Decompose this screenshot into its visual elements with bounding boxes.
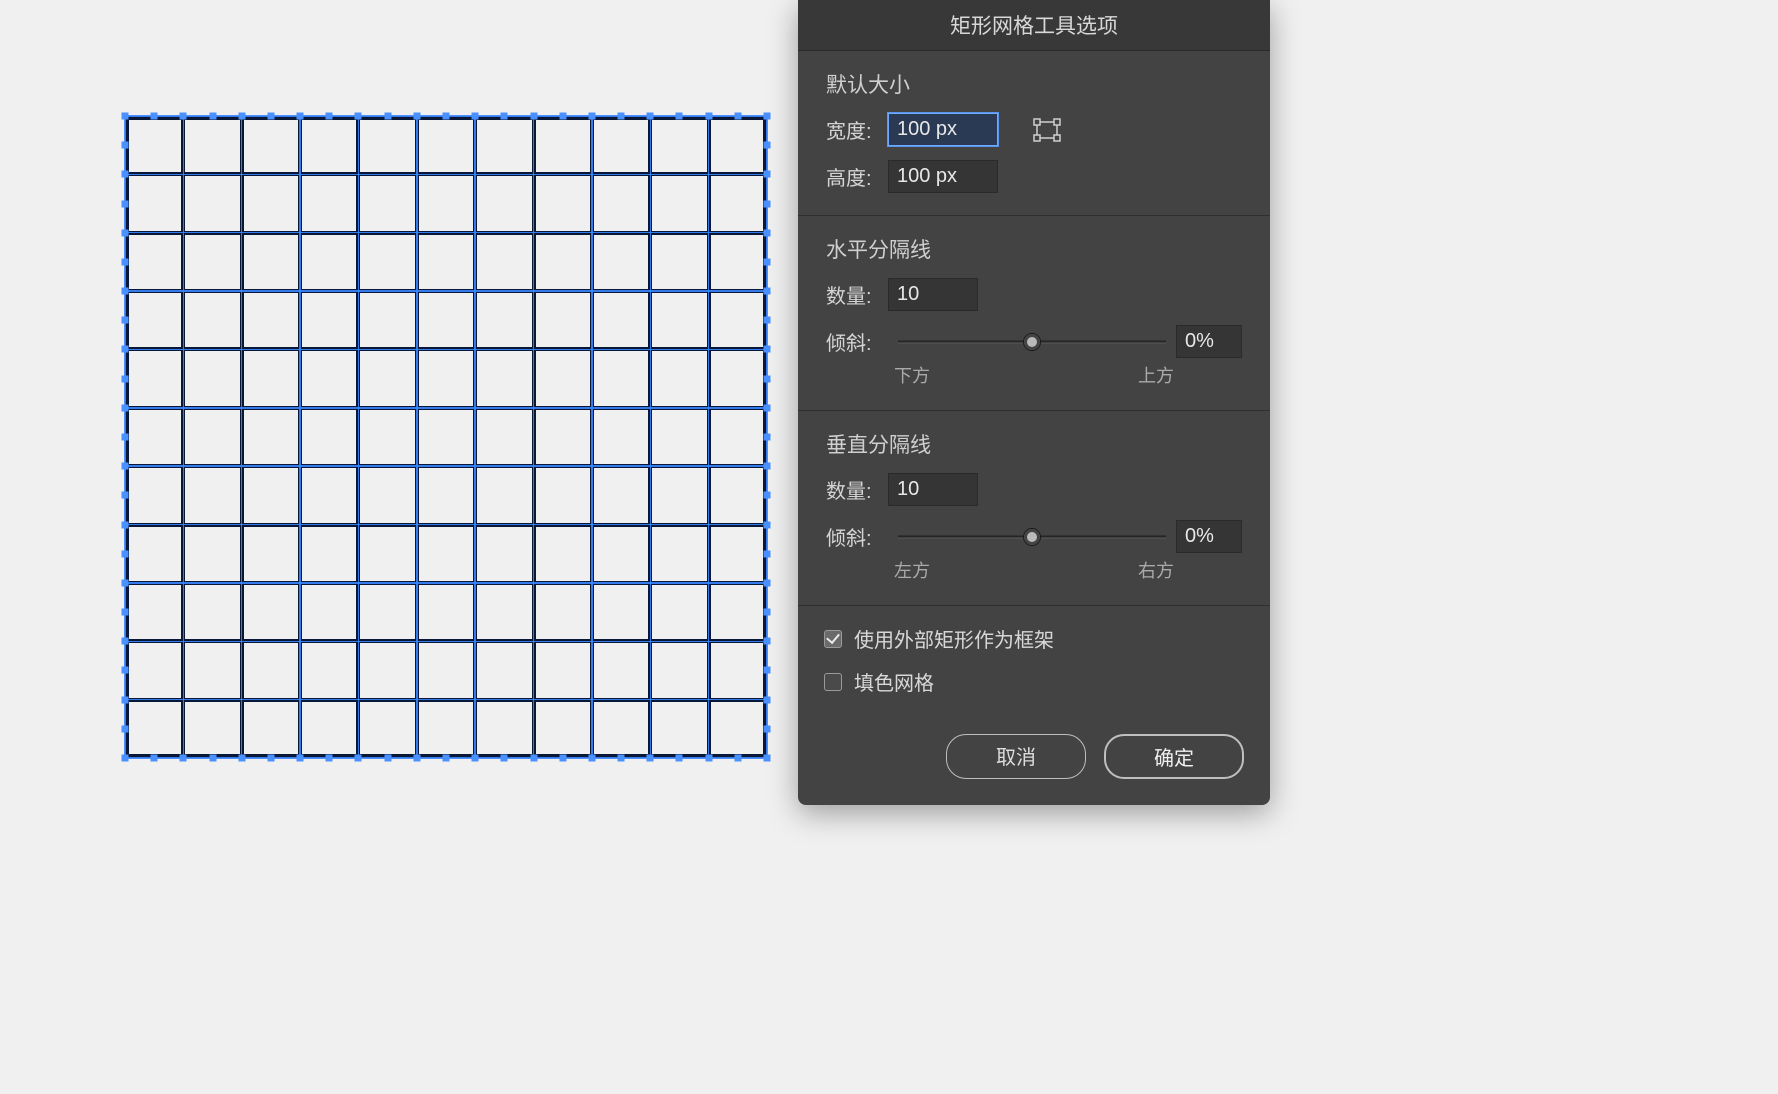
use-outside-rect-row[interactable]: 使用外部矩形作为框架 — [824, 624, 1244, 653]
hskew-slider[interactable] — [898, 330, 1166, 354]
cancel-button[interactable]: 取消 — [946, 734, 1086, 779]
default-size-heading: 默认大小 — [826, 69, 1242, 99]
height-row: 高度: — [826, 160, 1242, 193]
dialog-buttons: 取消 确定 — [798, 720, 1270, 805]
hskew-right-label: 上方 — [1138, 362, 1174, 388]
vcount-label: 数量: — [826, 475, 888, 504]
default-size-section: 默认大小 宽度: 高度: — [798, 51, 1270, 216]
vskew-row: 倾斜: — [826, 520, 1242, 553]
hcount-label: 数量: — [826, 280, 888, 309]
hskew-bounds: 下方 上方 — [894, 362, 1174, 388]
rectangular-grid-artwork[interactable] — [125, 116, 767, 758]
canvas-area — [125, 116, 767, 758]
width-row: 宽度: — [826, 113, 1242, 146]
use-outside-rect-label: 使用外部矩形作为框架 — [854, 624, 1054, 653]
vertical-dividers-heading: 垂直分隔线 — [826, 429, 1242, 459]
width-label: 宽度: — [826, 115, 888, 144]
vskew-left-label: 左方 — [894, 557, 930, 583]
slider-thumb[interactable] — [1023, 333, 1041, 351]
horizontal-dividers-heading: 水平分隔线 — [826, 234, 1242, 264]
reference-point-icon[interactable] — [1032, 117, 1062, 143]
hskew-value-input[interactable] — [1176, 325, 1242, 358]
checkbox-use-outside-rect[interactable] — [824, 630, 842, 648]
vskew-value-input[interactable] — [1176, 520, 1242, 553]
slider-thumb[interactable] — [1023, 528, 1041, 546]
ok-button[interactable]: 确定 — [1104, 734, 1244, 779]
vskew-bounds: 左方 右方 — [894, 557, 1174, 583]
horizontal-dividers-section: 水平分隔线 数量: 倾斜: 下方 上方 — [798, 216, 1270, 411]
fill-grid-row[interactable]: 填色网格 — [824, 667, 1244, 696]
dialog-title: 矩形网格工具选项 — [798, 0, 1270, 51]
rectangular-grid-tool-options-dialog: 矩形网格工具选项 默认大小 宽度: 高度: — [798, 0, 1270, 805]
options-checkboxes: 使用外部矩形作为框架 填色网格 — [798, 606, 1270, 720]
hskew-label: 倾斜: — [826, 327, 888, 356]
checkbox-fill-grid[interactable] — [824, 673, 842, 691]
vskew-slider[interactable] — [898, 525, 1166, 549]
hcount-input[interactable] — [888, 278, 978, 311]
vertical-dividers-section: 垂直分隔线 数量: 倾斜: 左方 右方 — [798, 411, 1270, 606]
vskew-label: 倾斜: — [826, 522, 888, 551]
height-label: 高度: — [826, 162, 888, 191]
vskew-right-label: 右方 — [1138, 557, 1174, 583]
hskew-row: 倾斜: — [826, 325, 1242, 358]
width-input[interactable] — [888, 113, 998, 146]
vcount-input[interactable] — [888, 473, 978, 506]
vcount-row: 数量: — [826, 473, 1242, 506]
height-input[interactable] — [888, 160, 998, 193]
fill-grid-label: 填色网格 — [854, 667, 934, 696]
hcount-row: 数量: — [826, 278, 1242, 311]
hskew-left-label: 下方 — [894, 362, 930, 388]
